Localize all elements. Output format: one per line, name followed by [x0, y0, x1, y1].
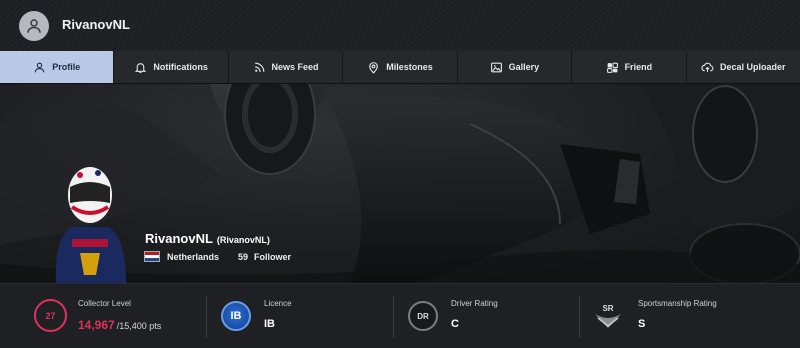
- sportsmanship-rating-stat: SR Sportsmanship Rating S: [580, 284, 800, 348]
- follower-count: 59: [238, 252, 249, 262]
- driver-rating-stat: DR Driver Rating C: [394, 284, 580, 348]
- rss-icon: [254, 62, 264, 72]
- licence-stat: IB Licence IB: [207, 284, 394, 348]
- driver-avatar: [55, 167, 126, 283]
- driver-rating-label: Driver Rating: [451, 299, 498, 308]
- licence-label: Licence: [264, 299, 292, 308]
- tab-label: Decal Uploader: [719, 62, 786, 72]
- collector-points-max: /15,400 pts: [116, 321, 162, 331]
- netherlands-flag-icon: [144, 251, 160, 262]
- tab-profile[interactable]: Profile: [0, 51, 115, 83]
- collector-level-stat: 27 Collector Level 14,967/15,400 pts: [0, 284, 207, 348]
- profile-country: Netherlands: [167, 252, 220, 262]
- tab-decal-uploader[interactable]: Decal Uploader: [686, 51, 800, 83]
- tab-label: Milestones: [386, 62, 433, 72]
- sportsmanship-badge-text: SR: [602, 304, 613, 313]
- tab-news-feed[interactable]: News Feed: [228, 51, 344, 83]
- bell-icon: [135, 62, 147, 73]
- tab-label: Friend: [624, 62, 653, 72]
- follower-label: Follower: [254, 252, 292, 262]
- profile-banner: RivanovNL (RivanovNL) Netherlands 59 Follo…: [0, 84, 800, 283]
- tab-milestones[interactable]: Milestones: [343, 51, 458, 83]
- sportsmanship-value: S: [638, 318, 646, 330]
- friends-icon: [606, 62, 618, 73]
- tab-notifications[interactable]: Notifications: [114, 51, 229, 83]
- driver-rating-value: C: [451, 318, 459, 330]
- driver-rating-badge-icon: DR: [408, 301, 438, 331]
- collector-level-label: Collector Level: [78, 299, 131, 308]
- licence-value: IB: [264, 318, 275, 330]
- user-icon: [34, 62, 45, 72]
- header-username: RivanovNL: [62, 17, 130, 32]
- cloud-upload-icon: [701, 62, 714, 72]
- map-pin-icon: [369, 61, 379, 74]
- collector-points-value: 14,967: [78, 318, 115, 332]
- profile-handle: (RivanovNL): [216, 235, 270, 245]
- licence-badge-icon: IB: [221, 301, 251, 331]
- user-avatar-icon[interactable]: [19, 11, 49, 41]
- sportsmanship-badge-icon: SR: [595, 304, 621, 328]
- tab-label: News Feed: [271, 62, 319, 72]
- profile-tabs: Profile Notifications News Feed Mileston…: [0, 51, 800, 84]
- collector-points: 14,967/15,400 pts: [78, 316, 161, 334]
- tab-gallery[interactable]: Gallery: [457, 51, 573, 83]
- followers-link[interactable]: 59 Follower: [238, 252, 291, 262]
- sportsmanship-label: Sportsmanship Rating: [638, 299, 717, 308]
- tab-label: Gallery: [508, 62, 540, 72]
- page-header: RivanovNL: [0, 0, 800, 51]
- image-icon: [490, 62, 502, 72]
- profile-name: RivanovNL (RivanovNL): [145, 231, 270, 246]
- stats-bar: 27 Collector Level 14,967/15,400 pts IB …: [0, 283, 800, 348]
- profile-display-name: RivanovNL: [145, 231, 213, 246]
- tab-label: Notifications: [153, 62, 208, 72]
- collector-level-ring: 27: [34, 299, 67, 332]
- tab-friend[interactable]: Friend: [572, 51, 687, 83]
- tab-label: Profile: [52, 62, 81, 72]
